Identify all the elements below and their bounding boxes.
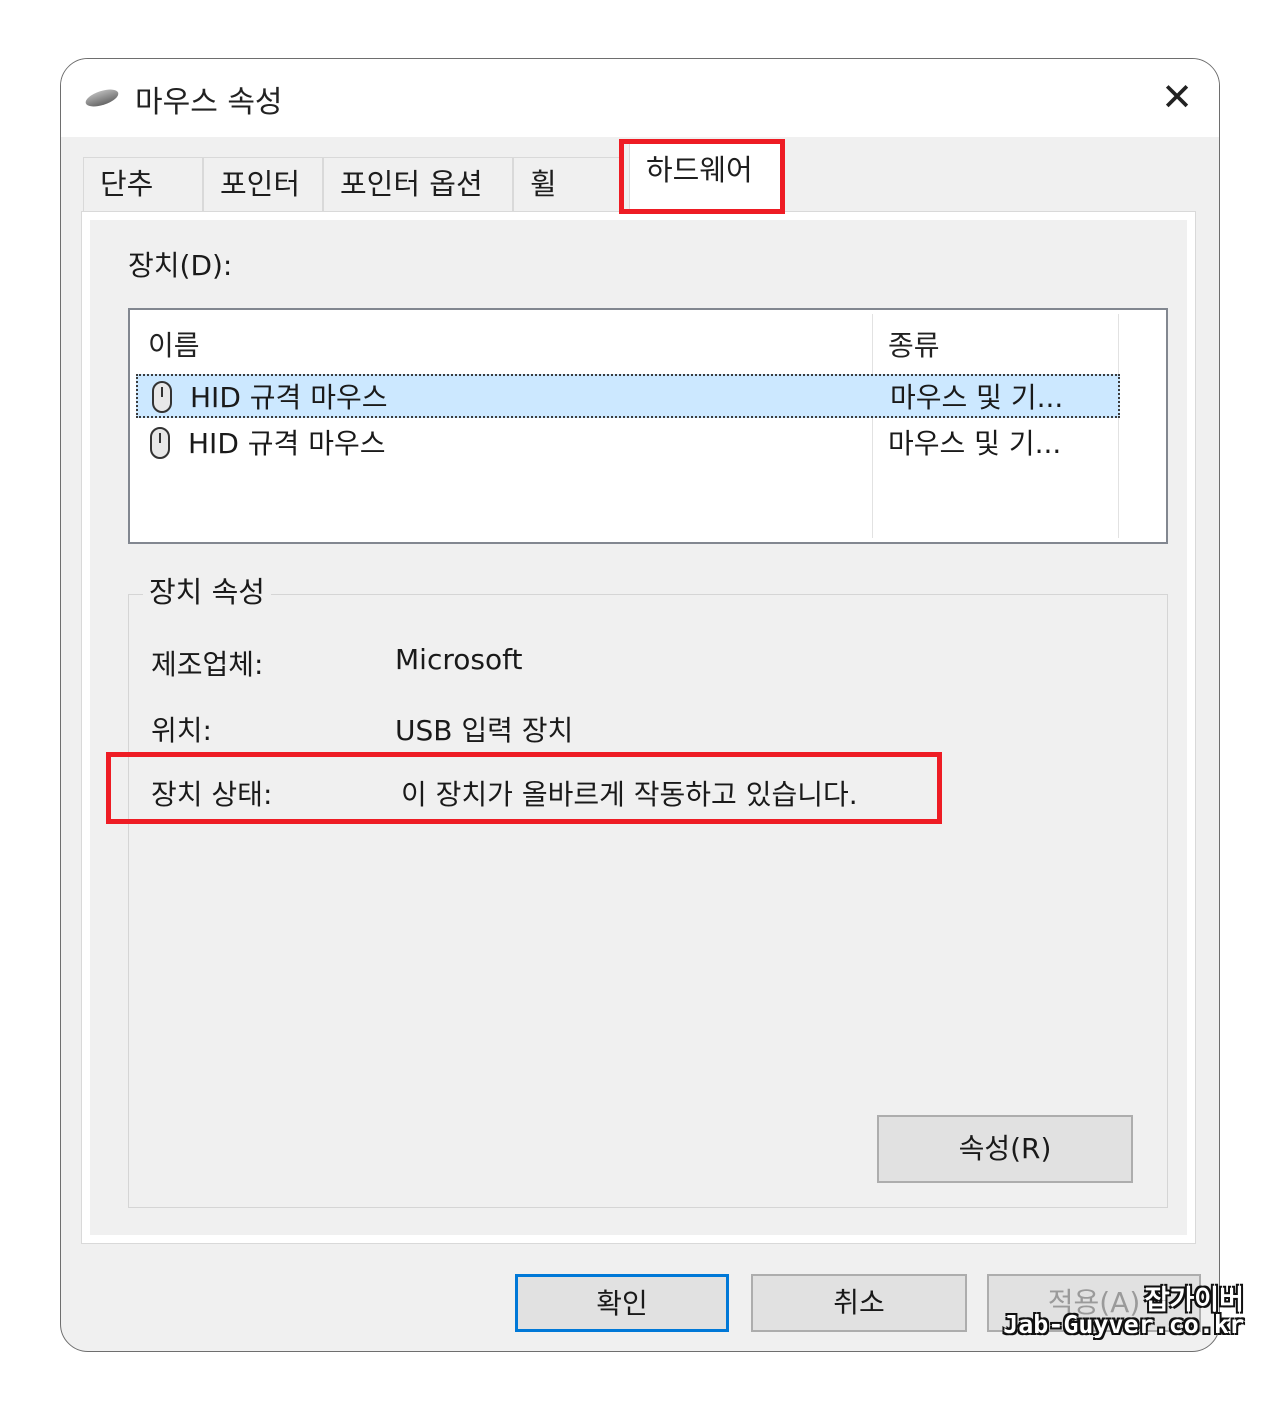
window-title: 마우스 속성: [135, 85, 283, 120]
list-item[interactable]: HID 규격 마우스 마우스 및 기...: [136, 374, 1120, 418]
tab-wheel[interactable]: 휠: [513, 157, 623, 211]
watermark-url: Jab-Guyver.co.kr: [1003, 1310, 1244, 1339]
tab-pointers[interactable]: 포인터: [203, 157, 323, 211]
close-button[interactable]: ✕: [1155, 75, 1199, 119]
tab-pointer-options[interactable]: 포인터 옵션: [323, 157, 513, 211]
list-item[interactable]: HID 규격 마우스 마우스 및 기...: [136, 422, 1120, 466]
column-header-name[interactable]: 이름: [148, 324, 200, 364]
device-status-label: 장치 상태:: [151, 778, 273, 811]
mouse-device-icon: [152, 381, 172, 413]
close-icon: ✕: [1161, 75, 1193, 119]
group-title: 장치 속성: [143, 569, 271, 611]
devices-list[interactable]: 이름 종류 HID 규격 마우스 마우스 및 기... HID 규격 마우스 마…: [128, 308, 1168, 544]
cancel-button[interactable]: 취소: [751, 1274, 967, 1332]
devices-label: 장치(D):: [128, 249, 233, 282]
device-properties-group: 장치 속성 제조업체: Microsoft 위치: USB 입력 장치 장치 상…: [128, 569, 1168, 1208]
mouse-icon: [83, 86, 121, 110]
device-type: 마우스 및 기...: [890, 381, 1064, 414]
manufacturer-value: Microsoft: [395, 643, 523, 676]
title-bar: 마우스 속성 ✕: [61, 59, 1219, 137]
properties-button[interactable]: 속성(R): [877, 1115, 1133, 1183]
device-name: HID 규격 마우스: [190, 381, 388, 414]
mouse-properties-dialog: 마우스 속성 ✕ 단추 포인터 포인터 옵션 휠 하드웨어 장치(D): 이름 …: [60, 58, 1220, 1352]
manufacturer-label: 제조업체:: [151, 648, 264, 681]
mouse-device-icon: [150, 427, 170, 459]
location-label: 위치:: [151, 714, 212, 747]
hardware-panel: 장치(D): 이름 종류 HID 규격 마우스 마우스 및 기... HID 규…: [81, 211, 1196, 1244]
tab-hardware[interactable]: 하드웨어: [629, 143, 781, 213]
device-name: HID 규격 마우스: [188, 427, 386, 460]
location-value: USB 입력 장치: [395, 714, 574, 747]
device-status-value: 이 장치가 올바르게 작동하고 있습니다.: [401, 778, 858, 811]
device-type: 마우스 및 기...: [888, 427, 1062, 460]
tab-buttons[interactable]: 단추: [83, 157, 203, 211]
ok-button[interactable]: 확인: [515, 1274, 729, 1332]
column-header-type[interactable]: 종류: [888, 324, 940, 364]
